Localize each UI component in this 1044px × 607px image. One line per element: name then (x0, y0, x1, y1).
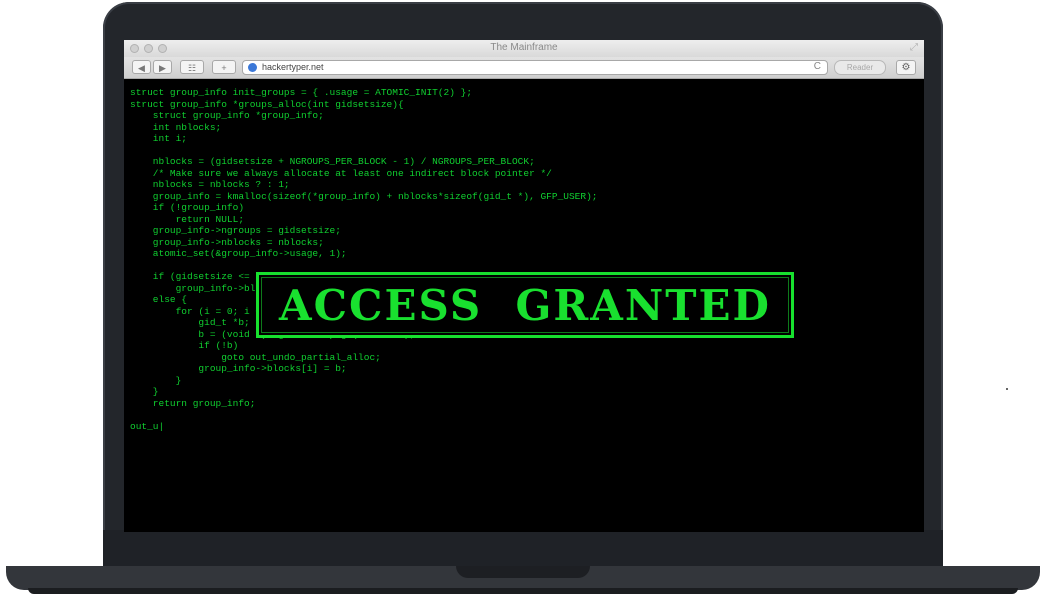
url-text[interactable]: hackertyper.net (262, 62, 324, 72)
window-title: The Mainframe (490, 42, 558, 53)
gear-icon[interactable]: ⚙ (896, 60, 916, 75)
reload-icon[interactable]: C (814, 61, 821, 72)
access-granted-text: ACCESS GRANTED (279, 280, 771, 330)
back-button[interactable]: ◀ (132, 60, 151, 74)
access-granted-banner: ACCESS GRANTED (256, 272, 794, 338)
background-speck (1006, 388, 1008, 390)
terminal-code: struct group_info init_groups = { .usage… (130, 87, 598, 432)
add-bookmark-button[interactable]: + (212, 60, 236, 74)
fullscreen-icon[interactable]: ⤢ (910, 42, 918, 53)
browser-toolbar: ◀ ▶ ☷ + hackertyper.net C Reader ⚙ (124, 57, 924, 79)
title-bar: The Mainframe ⤢ (124, 40, 924, 57)
address-bar[interactable]: hackertyper.net C (242, 60, 828, 75)
reader-button[interactable]: Reader (834, 60, 886, 75)
laptop-open-notch (456, 566, 590, 578)
globe-icon (248, 63, 257, 72)
laptop-bezel-bottom (103, 530, 943, 568)
laptop-base-shadow (28, 588, 1018, 594)
forward-button[interactable]: ▶ (153, 60, 172, 74)
browser-window: The Mainframe ⤢ ◀ ▶ ☷ + hackertyper.net … (124, 40, 924, 532)
bookmarks-button[interactable]: ☷ (180, 60, 204, 74)
